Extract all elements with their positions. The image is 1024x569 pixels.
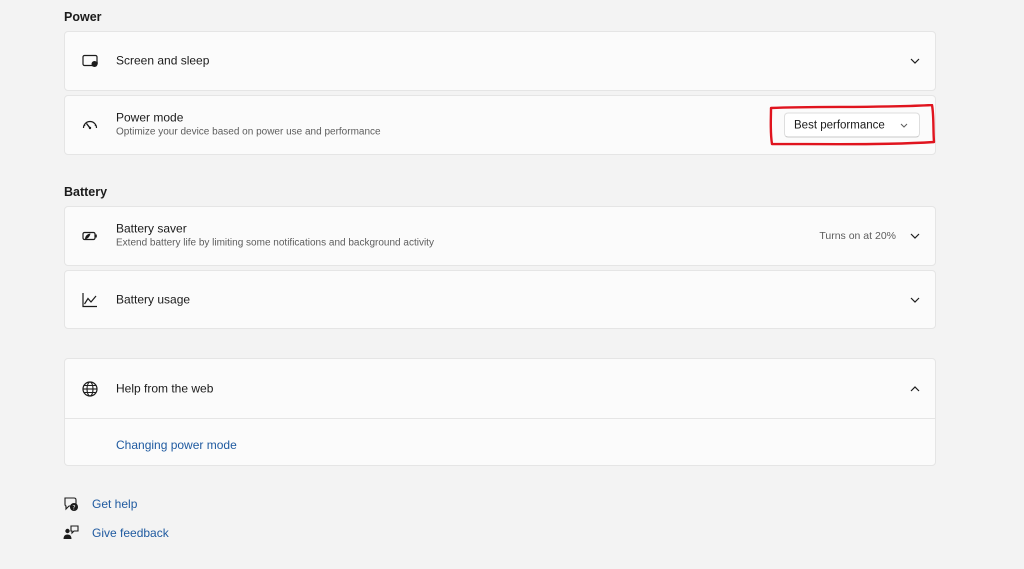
battery-saver-card[interactable]: Battery saver Extend battery life by lim…	[64, 206, 936, 266]
svg-text:?: ?	[72, 504, 75, 511]
help-divider	[65, 418, 935, 419]
screen-and-sleep-card[interactable]: Screen and sleep	[64, 31, 936, 91]
screen-sleep-icon	[80, 51, 100, 71]
power-mode-dropdown[interactable]: Best performance	[784, 112, 920, 138]
battery-saver-title: Battery saver	[116, 221, 187, 236]
get-help-item[interactable]: ? Get help	[62, 495, 137, 513]
section-title-power: Power	[64, 10, 102, 24]
power-mode-card: Power mode Optimize your device based on…	[64, 95, 936, 155]
give-feedback-item[interactable]: Give feedback	[62, 524, 169, 542]
chart-line-icon	[80, 290, 100, 310]
gauge-icon	[80, 115, 100, 135]
section-title-battery: Battery	[64, 185, 108, 199]
chevron-down-icon	[899, 120, 909, 130]
power-mode-title: Power mode	[116, 110, 184, 125]
battery-saver-subtitle: Extend battery life by limiting some not…	[116, 237, 434, 249]
battery-saver-status: Turns on at 20%	[819, 230, 896, 242]
chevron-up-icon[interactable]	[909, 383, 921, 395]
help-from-web-card: Help from the web Changing power mode	[64, 358, 936, 466]
changing-power-mode-link[interactable]: Changing power mode	[116, 438, 237, 452]
power-mode-subtitle: Optimize your device based on power use …	[116, 126, 381, 138]
help-from-web-title: Help from the web	[116, 381, 214, 395]
help-chat-icon: ?	[62, 495, 80, 513]
chevron-down-icon[interactable]	[909, 230, 921, 242]
screen-and-sleep-title: Screen and sleep	[116, 53, 210, 68]
battery-usage-card[interactable]: Battery usage	[64, 270, 936, 329]
globe-icon	[80, 379, 100, 399]
get-help-link[interactable]: Get help	[92, 497, 137, 511]
battery-saver-icon	[80, 226, 100, 246]
chevron-down-icon[interactable]	[909, 294, 921, 306]
give-feedback-link[interactable]: Give feedback	[92, 526, 169, 540]
help-from-web-header[interactable]: Help from the web	[65, 359, 935, 418]
feedback-icon	[62, 524, 80, 542]
chevron-down-icon[interactable]	[909, 55, 921, 67]
battery-usage-title: Battery usage	[116, 292, 191, 306]
power-mode-selected-value: Best performance	[794, 119, 885, 131]
